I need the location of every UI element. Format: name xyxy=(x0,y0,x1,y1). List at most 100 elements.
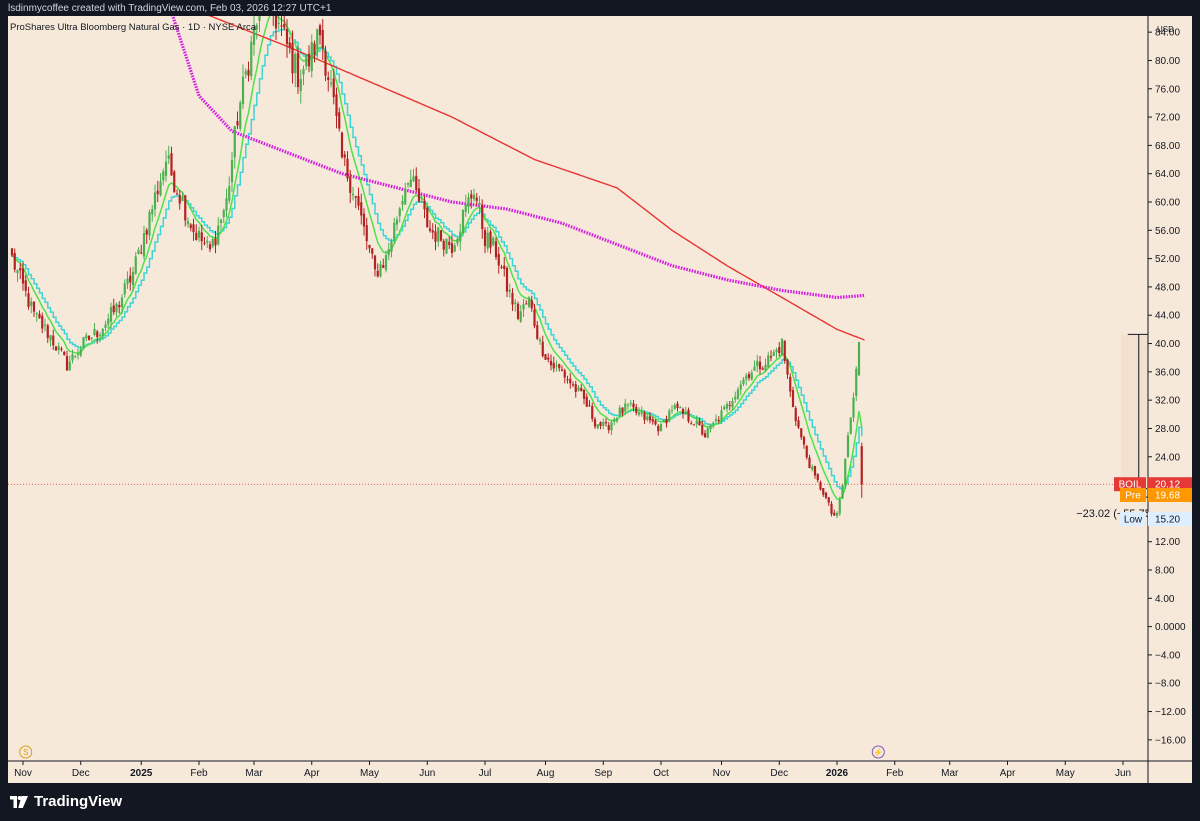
candle xyxy=(32,301,36,312)
price-badge-label: Low xyxy=(1124,515,1143,526)
candle xyxy=(574,384,577,392)
y-tick-label: 8.00 xyxy=(1155,566,1175,577)
candle xyxy=(52,335,55,346)
candle xyxy=(428,228,432,231)
candle xyxy=(811,466,814,470)
candle xyxy=(142,233,146,257)
candle xyxy=(134,256,137,274)
candle xyxy=(505,268,509,292)
candle xyxy=(192,224,195,233)
candle xyxy=(371,248,374,254)
candle xyxy=(222,210,225,218)
candle xyxy=(756,360,759,367)
candle xyxy=(791,390,795,408)
candle xyxy=(214,238,217,246)
candle xyxy=(753,366,756,371)
candle xyxy=(769,356,773,358)
candle xyxy=(503,265,506,269)
candle xyxy=(558,364,561,369)
candle xyxy=(830,503,833,515)
candle xyxy=(846,435,850,457)
candle xyxy=(690,423,693,425)
y-tick-label: 24.00 xyxy=(1155,452,1180,463)
candle xyxy=(602,421,605,426)
candle xyxy=(437,227,440,242)
candle xyxy=(786,359,789,375)
candle xyxy=(434,231,437,242)
y-tick-label: 52.00 xyxy=(1155,254,1180,265)
candle xyxy=(349,176,352,193)
x-tick-label: Jun xyxy=(1115,768,1131,779)
tradingview-logo[interactable]: TradingView xyxy=(10,793,122,810)
candle xyxy=(395,219,399,225)
candle xyxy=(571,384,575,386)
y-tick-label: 72.00 xyxy=(1155,113,1180,124)
candle xyxy=(533,309,536,327)
candle xyxy=(552,362,555,369)
candle xyxy=(857,342,861,376)
candle xyxy=(38,313,41,319)
candle xyxy=(497,254,500,266)
candle xyxy=(156,190,159,194)
candle xyxy=(164,161,168,176)
candle xyxy=(489,231,492,248)
candle xyxy=(426,207,429,228)
y-tick-label: 40.00 xyxy=(1155,339,1180,350)
candle xyxy=(415,175,418,191)
chart-area[interactable]: −23.02 (−55.75%) −2,302S⚡ 84.0080.0076.0… xyxy=(8,16,1192,783)
event-marker-label: S xyxy=(23,748,28,757)
candle xyxy=(21,268,25,284)
candle xyxy=(101,328,104,337)
price-badge-value: 15.20 xyxy=(1155,515,1180,526)
x-tick-label: Mar xyxy=(245,768,263,779)
candle xyxy=(841,485,844,499)
candle xyxy=(833,512,836,516)
candle xyxy=(703,433,707,438)
tradingview-logo-icon xyxy=(10,795,28,808)
candle xyxy=(87,335,91,341)
candle xyxy=(167,155,170,159)
candle xyxy=(445,238,448,254)
ema-green-line xyxy=(11,16,863,500)
candle xyxy=(313,43,316,55)
candle xyxy=(41,315,44,329)
y-tick-label: −8.00 xyxy=(1155,679,1181,690)
candle xyxy=(360,202,363,216)
price-chart[interactable]: −23.02 (−55.75%) −2,302S⚡ 84.0080.0076.0… xyxy=(8,16,1192,783)
candle xyxy=(591,406,594,419)
candle xyxy=(585,396,588,407)
candle xyxy=(340,132,344,158)
candle xyxy=(123,283,126,295)
candle xyxy=(761,368,764,370)
candle xyxy=(450,243,454,253)
candle xyxy=(662,420,665,423)
candle xyxy=(27,293,30,307)
candle xyxy=(860,446,863,485)
y-tick-label: 56.00 xyxy=(1155,226,1180,237)
x-tick-label: Oct xyxy=(653,768,669,779)
candle xyxy=(318,25,322,36)
y-tick-label: −4.00 xyxy=(1155,650,1181,661)
price-badge-label: Pre xyxy=(1125,490,1141,501)
candle xyxy=(178,194,181,204)
candle xyxy=(739,384,742,390)
candle xyxy=(327,77,330,81)
candle xyxy=(305,54,308,67)
candle xyxy=(115,303,118,313)
candle xyxy=(819,482,822,490)
candle xyxy=(588,405,591,407)
candle xyxy=(225,198,228,211)
candle xyxy=(475,197,478,201)
candle xyxy=(49,335,52,341)
x-tick-label: Feb xyxy=(886,768,904,779)
candle xyxy=(181,198,184,202)
candle xyxy=(665,418,668,424)
candle xyxy=(90,337,93,339)
candle xyxy=(838,499,841,514)
candle xyxy=(96,331,99,338)
candle xyxy=(659,423,663,432)
candle xyxy=(285,29,289,45)
candle xyxy=(679,407,682,409)
candle xyxy=(816,474,819,481)
candle xyxy=(206,240,209,243)
